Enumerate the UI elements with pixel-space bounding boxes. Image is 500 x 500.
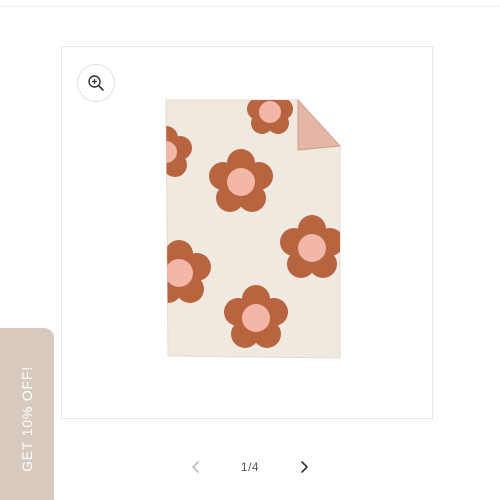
chevron-right-icon [301,461,308,473]
flower-top-right [247,100,293,134]
discount-tab-label: GET 10% OFF! [19,366,35,472]
discount-popup-tab[interactable]: GET 10% OFF! [0,328,54,500]
blanket-folded-corner [297,98,342,151]
slider-controls: 1/4 [0,452,500,482]
chevron-left-icon [192,461,199,473]
zoom-button[interactable] [77,64,115,102]
next-slide-button[interactable] [289,452,319,482]
slide-counter: 1/4 [240,460,260,474]
zoom-in-icon [88,75,104,91]
product-image[interactable] [160,94,344,364]
top-divider [0,6,500,7]
product-media-frame [61,46,433,419]
product-gallery-page: 1/4 GET 10% OFF! [0,0,500,500]
previous-slide-button[interactable] [181,452,211,482]
